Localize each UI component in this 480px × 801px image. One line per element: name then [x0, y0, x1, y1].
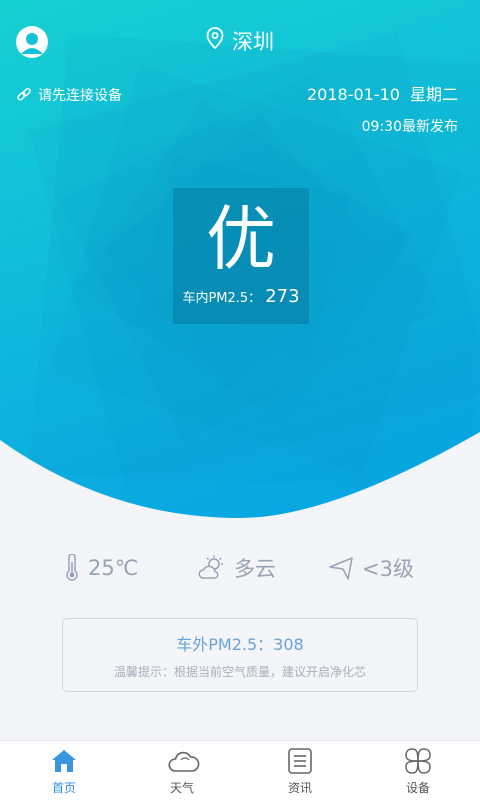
tab-home-label: 首页	[51, 781, 76, 795]
temperature-item: 25℃	[64, 548, 138, 588]
publish-time: 09:30最新发布	[361, 119, 458, 135]
weekday-text: 星期二	[409, 85, 458, 104]
thermometer-icon	[66, 554, 78, 581]
cloud-icon	[168, 751, 200, 772]
city-selector[interactable]: 深圳	[0, 26, 480, 56]
indoor-pm25: 车内PM2.5： 273	[173, 286, 309, 307]
tab-home[interactable]: 首页	[4, 741, 124, 801]
tab-device[interactable]: 设备	[358, 741, 478, 801]
wind-item: <3级	[328, 548, 414, 588]
outside-air-card: 车外PM2.5：308 温馨提示：根据当前空气质量，建议开启净化芯	[62, 618, 418, 692]
bottom-tab-bar: 首页 天气 资讯 设备	[0, 740, 480, 801]
tab-news[interactable]: 资讯	[240, 741, 360, 801]
device-icon	[405, 748, 431, 774]
air-quality-grade: 优	[206, 198, 276, 280]
weather-row: 25℃ 多云 <3级	[0, 548, 480, 588]
city-name: 深圳	[232, 30, 274, 54]
top-bar: 深圳	[0, 0, 480, 80]
tab-weather[interactable]: 天气	[122, 741, 242, 801]
indoor-pm25-label: 车内PM2.5：	[182, 291, 262, 306]
date-text: 2018-01-10	[307, 85, 400, 104]
connect-device-label: 请先连接设备	[38, 88, 122, 104]
purifier-tip: 温馨提示：根据当前空气质量，建议开启净化芯	[113, 665, 366, 679]
temperature-value: 25℃	[88, 556, 139, 580]
condition-value: 多云	[234, 557, 276, 581]
connect-device-link[interactable]: 请先连接设备	[16, 86, 122, 106]
wind-value: <3级	[362, 557, 414, 581]
date-display: 2018-01-10 星期二	[307, 84, 458, 106]
outside-pm25: 车外PM2.5：308	[176, 635, 304, 654]
air-quality-panel: 优 车内PM2.5： 273	[173, 188, 309, 324]
partly-cloudy-icon	[198, 555, 223, 579]
location-pin-icon	[206, 26, 224, 56]
link-icon	[17, 87, 31, 100]
tab-device-label: 设备	[405, 781, 430, 795]
wind-direction-icon	[329, 557, 353, 580]
tab-news-label: 资讯	[287, 781, 312, 795]
news-icon	[288, 748, 312, 774]
indoor-pm25-value: 273	[265, 286, 300, 307]
home-icon	[52, 750, 76, 772]
condition-item: 多云	[198, 548, 276, 588]
tab-weather-label: 天气	[169, 781, 194, 795]
